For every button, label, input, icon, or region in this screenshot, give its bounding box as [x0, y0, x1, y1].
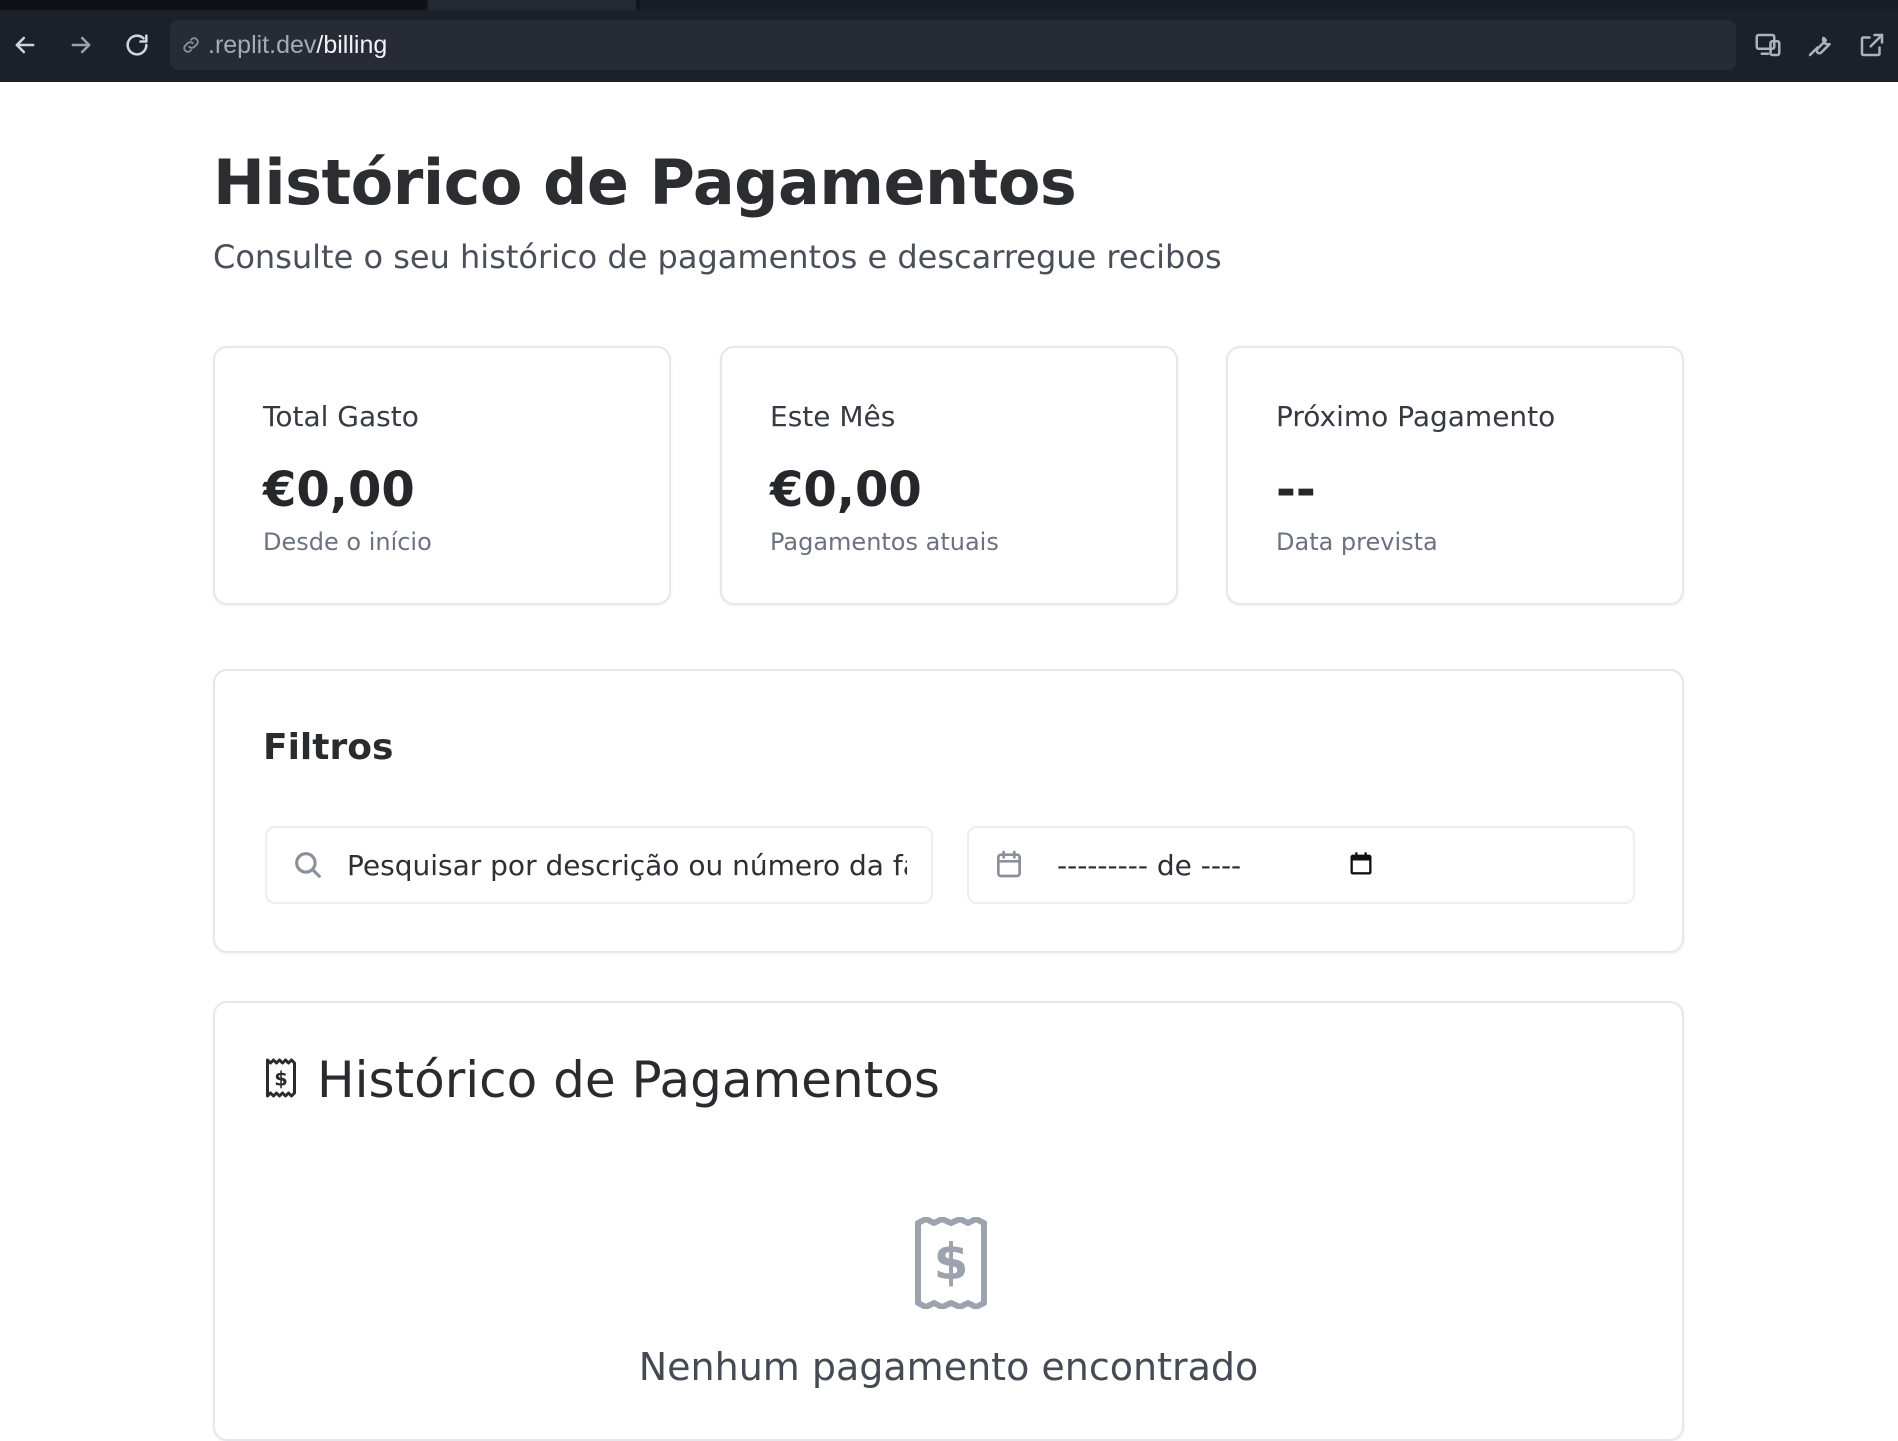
url-text: .replit.dev/billing	[208, 31, 387, 60]
calendar-picker-icon[interactable]	[1347, 850, 1377, 880]
open-new-window-button[interactable]	[1852, 24, 1892, 66]
stat-label: Este Mês	[770, 400, 896, 433]
url-path: /billing	[316, 30, 388, 59]
payment-history-card: $ Histórico de Pagamentos $ Nenhum pagam…	[213, 1001, 1684, 1441]
wrench-icon	[1808, 36, 1831, 57]
browser-toolbar: .replit.dev/billing	[0, 0, 1898, 82]
history-header: $ Histórico de Pagamentos	[263, 1051, 940, 1109]
url-domain: .replit.dev	[208, 30, 317, 59]
link-icon	[178, 32, 204, 58]
page-title: Histórico de Pagamentos	[213, 146, 1077, 219]
stat-card-total-spent: Total Gasto €0,00 Desde o início	[213, 346, 671, 605]
browser-tab[interactable]	[0, 0, 425, 10]
forward-arrow-icon	[71, 36, 91, 54]
stat-card-next-payment: Próximo Pagamento -- Data prevista	[1226, 346, 1684, 605]
filters-card: Filtros --------- de ----	[213, 669, 1684, 953]
external-link-icon	[1860, 33, 1884, 57]
browser-tab[interactable]	[640, 0, 1898, 10]
svg-text:$: $	[934, 1233, 969, 1291]
reload-icon	[126, 34, 148, 56]
stat-caption: Data prevista	[1276, 528, 1438, 556]
forward-button[interactable]	[62, 26, 100, 64]
svg-text:$: $	[274, 1068, 288, 1091]
calendar-icon	[993, 848, 1027, 882]
stat-caption: Desde o início	[263, 528, 432, 556]
empty-state-message: Nenhum pagamento encontrado	[638, 1345, 1259, 1389]
receipt-icon: $	[263, 1057, 299, 1103]
page-subtitle: Consulte o seu histórico de pagamentos e…	[213, 238, 1222, 276]
month-filter[interactable]: --------- de ----	[967, 826, 1635, 904]
receipt-icon: $	[912, 1216, 990, 1310]
search-field[interactable]	[265, 826, 933, 904]
stat-value: €0,00	[263, 462, 415, 518]
stat-value: --	[1276, 462, 1316, 518]
devices-icon	[1755, 33, 1781, 57]
stat-caption: Pagamentos atuais	[770, 528, 999, 556]
month-input-value[interactable]: --------- de ----	[1057, 849, 1347, 882]
browser-tab[interactable]	[428, 0, 636, 10]
filters-title: Filtros	[263, 727, 394, 768]
stat-label: Próximo Pagamento	[1276, 400, 1556, 433]
address-bar[interactable]: .replit.dev/billing	[170, 20, 1736, 70]
search-icon	[291, 848, 325, 882]
back-arrow-icon	[15, 36, 35, 54]
stat-label: Total Gasto	[263, 400, 419, 433]
stat-card-this-month: Este Mês €0,00 Pagamentos atuais	[720, 346, 1178, 605]
search-input[interactable]	[347, 848, 907, 882]
reload-button[interactable]	[118, 26, 156, 64]
stat-value: €0,00	[770, 462, 922, 518]
devices-button[interactable]	[1748, 24, 1788, 66]
history-title: Histórico de Pagamentos	[317, 1051, 940, 1109]
back-button[interactable]	[6, 26, 44, 64]
tab-strip	[0, 0, 1898, 10]
devtools-button[interactable]	[1800, 24, 1840, 66]
